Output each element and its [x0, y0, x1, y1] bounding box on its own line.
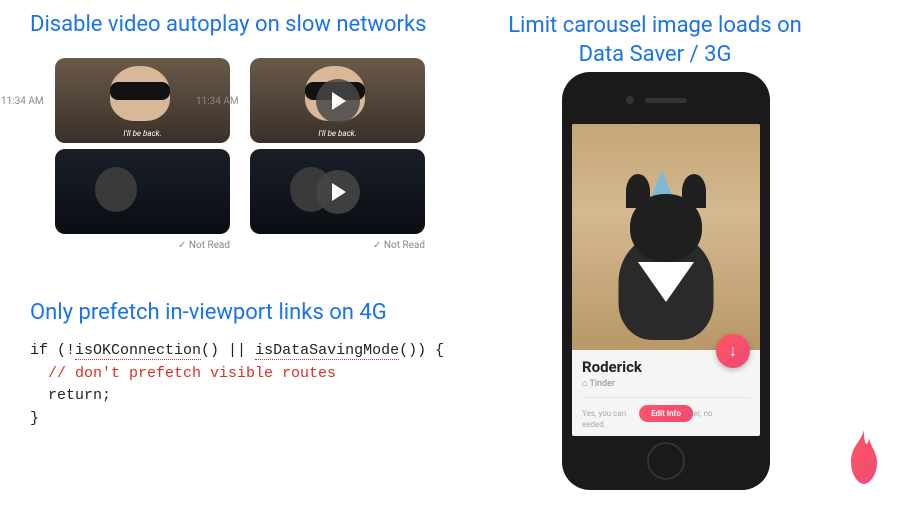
profile-subtitle: Tinder	[582, 378, 750, 389]
code-snippet: if (!isOKConnection() || isDataSavingMod…	[30, 340, 444, 430]
phone-speaker	[645, 98, 687, 103]
video-thumb: I'll be back.	[250, 58, 425, 143]
code-fn: isDataSavingMode	[255, 342, 399, 360]
read-status: Not Read	[250, 240, 425, 251]
timestamp-label: 11:34 AM	[196, 96, 239, 107]
heading-autoplay: Disable video autoplay on slow networks	[30, 12, 426, 37]
video-caption: I'll be back.	[318, 129, 356, 138]
phone-mockup: ↓ Roderick Tinder Yes, you can in your b…	[562, 72, 770, 490]
play-icon[interactable]	[316, 170, 360, 214]
code-brace: }	[30, 410, 39, 427]
heading-prefetch: Only prefetch in-viewport links on 4G	[30, 300, 387, 325]
code-text: if (!	[30, 342, 75, 359]
play-icon[interactable]	[316, 79, 360, 123]
edit-info-button[interactable]: Edit Info	[639, 405, 693, 422]
video-thumb	[55, 149, 230, 234]
video-grid: 11:34 AM I'll be back. Not Read 11:34 AM…	[55, 58, 470, 251]
timestamp-label: 11:34 AM	[1, 96, 44, 107]
video-caption: I'll be back.	[123, 129, 161, 138]
video-col-autoplay: 11:34 AM I'll be back. Not Read	[55, 58, 230, 251]
read-status: Not Read	[55, 240, 230, 251]
download-fab[interactable]: ↓	[716, 334, 750, 368]
phone-camera	[626, 96, 634, 104]
phone-screen: ↓ Roderick Tinder Yes, you can in your b…	[572, 124, 760, 436]
code-return: return;	[48, 387, 111, 404]
tinder-flame-icon	[838, 428, 890, 488]
code-comment: // don't prefetch visible routes	[48, 365, 336, 382]
profile-photo	[572, 124, 760, 350]
video-thumb	[250, 149, 425, 234]
code-text: ()) {	[399, 342, 444, 359]
heading-carousel: Limit carousel image loads on Data Saver…	[495, 12, 815, 69]
code-text: () ||	[201, 342, 255, 359]
home-button[interactable]	[647, 442, 685, 480]
code-fn: isOKConnection	[75, 342, 201, 360]
video-col-disabled: 11:34 AM I'll be back. Not Read	[250, 58, 425, 251]
